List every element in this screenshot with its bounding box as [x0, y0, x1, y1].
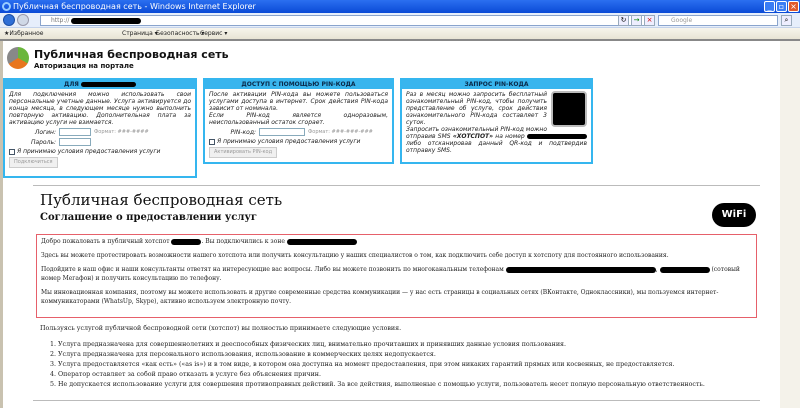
terms-intro: Пользуясь услугой публичной беспроводной… — [40, 325, 402, 332]
terms-item: Услуга предоставляется «как есть» («as i… — [58, 360, 760, 370]
login-label: Логин: — [34, 128, 56, 136]
terms-item: Услуга предназначена для персонального и… — [58, 350, 760, 360]
redacted-name — [81, 82, 137, 87]
pin-request-box: ЗАПРОС PIN-КОДА Раз в месяц можно запрос… — [400, 78, 593, 164]
favorites-button[interactable]: ★ Избранное — [4, 28, 43, 40]
pin-box-title: ДОСТУП С ПОМОЩЬЮ PIN-КОДА — [205, 80, 392, 89]
password-label: Пароль: — [30, 138, 56, 146]
accept-checkbox-pin[interactable]: Я принимаю условия предоставления услуги — [209, 138, 388, 145]
page-menu[interactable]: Страница ▾ — [122, 28, 158, 40]
checkbox-icon — [9, 148, 15, 155]
window-titlebar: Публичная беспроводная сеть - Windows In… — [0, 0, 800, 13]
accept-checkbox-login[interactable]: Я принимаю условия предоставления услуги — [9, 148, 191, 155]
terms-item: Не допускается использование услуги для … — [58, 380, 760, 390]
redacted-mobile — [659, 266, 710, 273]
test-paragraph: Здесь вы можете протестировать возможнос… — [41, 252, 669, 259]
login-input[interactable] — [59, 128, 91, 136]
terms-item: Услуга предназначена для совершеннолетни… — [58, 340, 760, 350]
address-bar: http:// ↻ → × Google ⌕ — [0, 13, 800, 28]
pin-request-title: ЗАПРОС PIN-КОДА — [402, 80, 591, 89]
sms-keyword: «ХОТСПОТ» — [452, 133, 494, 140]
login-box-text: Для подключения можно использовать свои … — [9, 91, 191, 126]
connect-button[interactable]: Подключиться — [9, 157, 58, 168]
restore-button[interactable]: ▫ — [776, 1, 787, 12]
address-input[interactable]: http:// — [40, 15, 654, 26]
close-button[interactable]: × — [788, 1, 799, 12]
header-subtitle: Авторизация на портале — [34, 62, 134, 70]
pin-format: Формат: ###-###-### — [308, 128, 373, 135]
terms-item: Оператор оставляет за собой право отказа… — [58, 370, 760, 380]
terms-section: Пользуясь услугой публичной беспроводной… — [40, 325, 760, 390]
welcome-box: Добро пожаловать в публичный хотспот . В… — [36, 234, 757, 318]
welcome-paragraph: Добро пожаловать в публичный хотспот . В… — [41, 237, 752, 246]
office-paragraph: Подойдите в наш офис и наши консультанты… — [41, 266, 740, 282]
tools-menu[interactable]: Сервис ▾ — [200, 28, 227, 40]
pin-box-text1: После активации PIN-кода вы можете польз… — [209, 91, 388, 112]
pin-label: PIN-код: — [230, 128, 256, 136]
redacted-hotspot — [171, 238, 202, 245]
login-box-title: ДЛЯ — [5, 80, 195, 89]
command-bar: ★ Избранное Страница ▾ Безопасность ▾ Се… — [0, 28, 800, 41]
main-title: Публичная беспроводная сеть — [40, 191, 283, 209]
header-title: Публичная беспроводная сеть — [34, 48, 229, 61]
back-button[interactable] — [3, 14, 15, 26]
logo — [7, 47, 29, 69]
address-prefix: http:// — [51, 17, 70, 24]
ie-icon — [2, 2, 11, 11]
terms-list: Услуга предназначена для совершеннолетни… — [58, 340, 760, 390]
activate-pin-button[interactable]: Активировать PIN-код — [209, 147, 278, 158]
redacted-url — [71, 17, 142, 24]
pin-request-text2: Запросить ознакомительный PIN-код можно … — [406, 126, 587, 154]
minimize-button[interactable]: _ — [764, 1, 775, 12]
pin-input[interactable] — [259, 128, 305, 136]
login-box: ДЛЯ Для подключения можно использовать с… — [3, 78, 197, 178]
redacted-phone — [526, 134, 587, 139]
pin-box-text2: Если PIN-код является одноразовым, неисп… — [209, 112, 388, 126]
scrollbar[interactable] — [780, 41, 800, 408]
divider — [33, 185, 760, 186]
go-icon[interactable]: → — [631, 15, 642, 26]
wifi-logo: WiFi — [712, 203, 756, 227]
window-title: Публичная беспроводная сеть - Windows In… — [13, 2, 256, 11]
refresh-icon[interactable]: ↻ — [618, 15, 629, 26]
pin-box: ДОСТУП С ПОМОЩЬЮ PIN-КОДА После активаци… — [203, 78, 394, 164]
main-subtitle: Соглашение о предоставлении услуг — [40, 212, 257, 223]
innovation-paragraph: Мы инновационная компания, поэтому вы мо… — [41, 289, 719, 305]
redacted-phones — [505, 266, 656, 273]
checkbox-icon — [209, 138, 215, 145]
password-input[interactable] — [59, 138, 91, 146]
forward-button[interactable] — [17, 14, 29, 26]
login-format: Формат: ###-#### — [94, 128, 149, 135]
search-input[interactable]: Google — [658, 15, 778, 26]
bottom-divider — [33, 400, 760, 401]
qr-code — [551, 91, 587, 127]
search-icon[interactable]: ⌕ — [781, 15, 792, 26]
safety-menu[interactable]: Безопасность ▾ — [156, 28, 204, 40]
redacted-zone — [286, 238, 357, 245]
stop-icon[interactable]: × — [644, 15, 655, 26]
